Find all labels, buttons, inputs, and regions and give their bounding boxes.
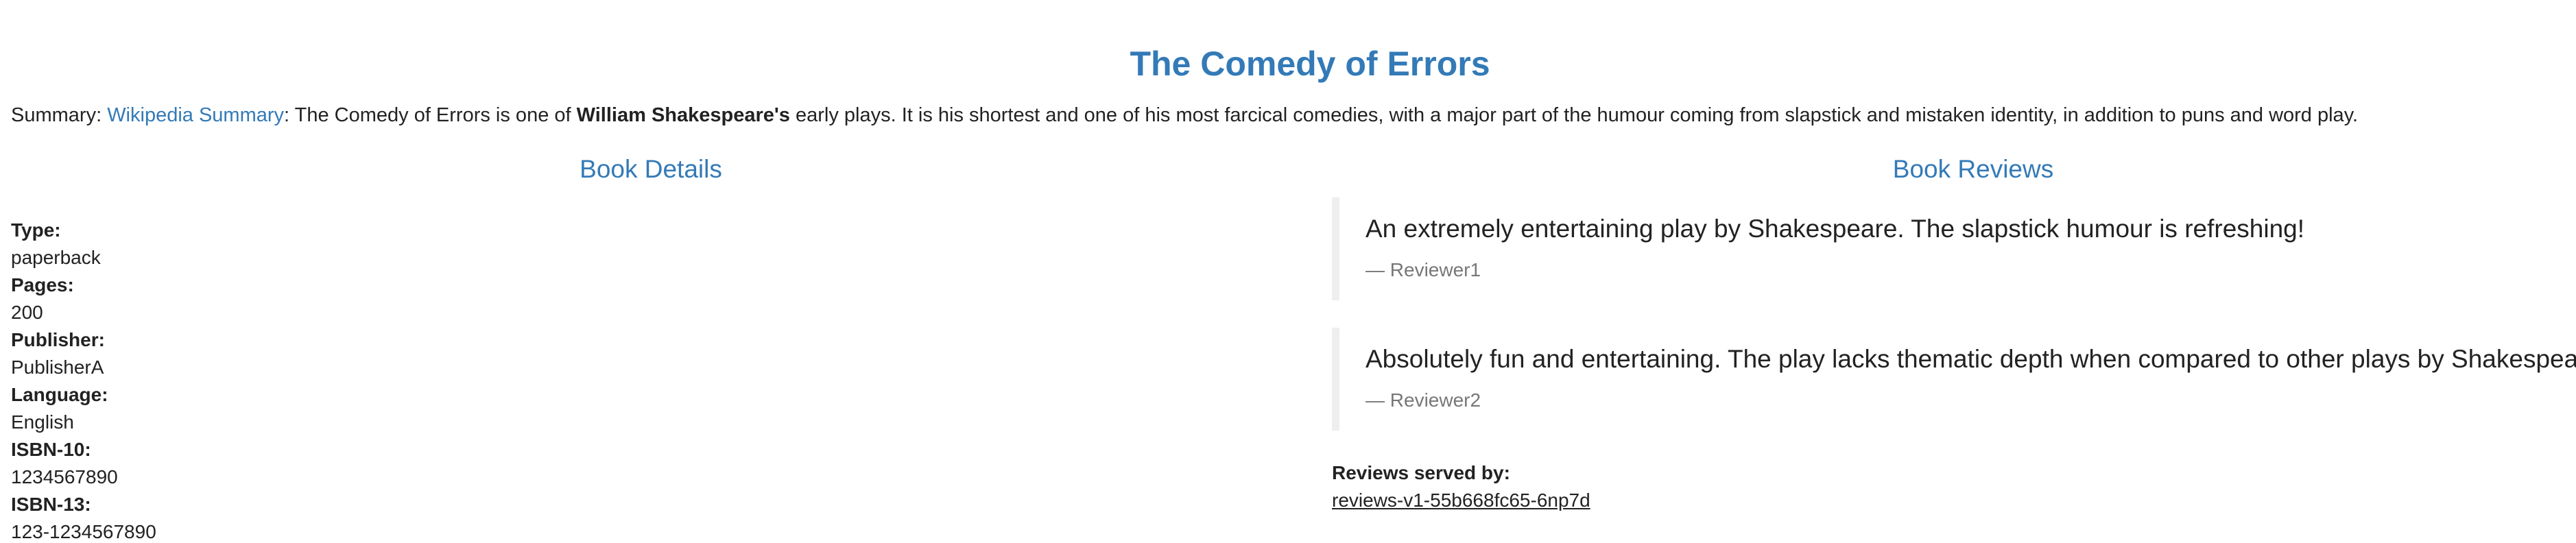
review-text: An extremely entertaining play by Shakes…: [1365, 215, 2305, 243]
reviews-served-by: Reviews served by: reviews-v1-55b668fc65…: [1332, 459, 1590, 514]
summary-text-2: early plays. It is his shortest and one …: [789, 104, 2359, 126]
book-details-list: Type: paperback Pages: 200 Publisher: Pu…: [11, 217, 156, 543]
detail-label-isbn13: ISBN-13:: [11, 494, 91, 515]
served-by-label: Reviews served by:: [1332, 462, 1510, 483]
detail-value-language: English: [11, 411, 74, 433]
page-title: The Comedy of Errors: [1130, 45, 1490, 83]
served-by-pod: reviews-v1-55b668fc65-6np7d: [1332, 490, 1590, 511]
detail-label-language: Language:: [11, 384, 108, 405]
detail-label-publisher: Publisher:: [11, 329, 105, 350]
detail-value-isbn13: 123-1234567890: [11, 521, 156, 542]
detail-label-type: Type:: [11, 219, 61, 241]
detail-value-pages: 200: [11, 302, 43, 323]
book-details-heading: Book Details: [580, 155, 722, 183]
review-author: — Reviewer1: [1365, 259, 1481, 281]
book-reviews-heading: Book Reviews: [1892, 155, 2054, 183]
summary-text-1: : The Comedy of Errors is one of: [284, 104, 577, 126]
review-item: Absolutely fun and entertaining. The pla…: [1332, 328, 2576, 431]
summary-label: Summary:: [11, 104, 108, 126]
detail-value-isbn10: 1234567890: [11, 466, 118, 487]
detail-label-pages: Pages:: [11, 274, 74, 295]
product-page: The Comedy of Errors Summary: Wikipedia …: [0, 0, 2576, 543]
wikipedia-summary-link[interactable]: Wikipedia Summary: [107, 104, 284, 126]
review-text: Absolutely fun and entertaining. The pla…: [1365, 345, 2576, 373]
detail-label-isbn10: ISBN-10:: [11, 439, 91, 460]
review-author: — Reviewer2: [1365, 389, 1481, 411]
detail-value-type: paperback: [11, 247, 101, 268]
detail-value-publisher: PublisherA: [11, 357, 104, 378]
review-item: An extremely entertaining play by Shakes…: [1332, 197, 2304, 300]
summary-author: William Shakespeare's: [576, 104, 790, 126]
summary: Summary: Wikipedia Summary: The Comedy o…: [11, 101, 2358, 129]
